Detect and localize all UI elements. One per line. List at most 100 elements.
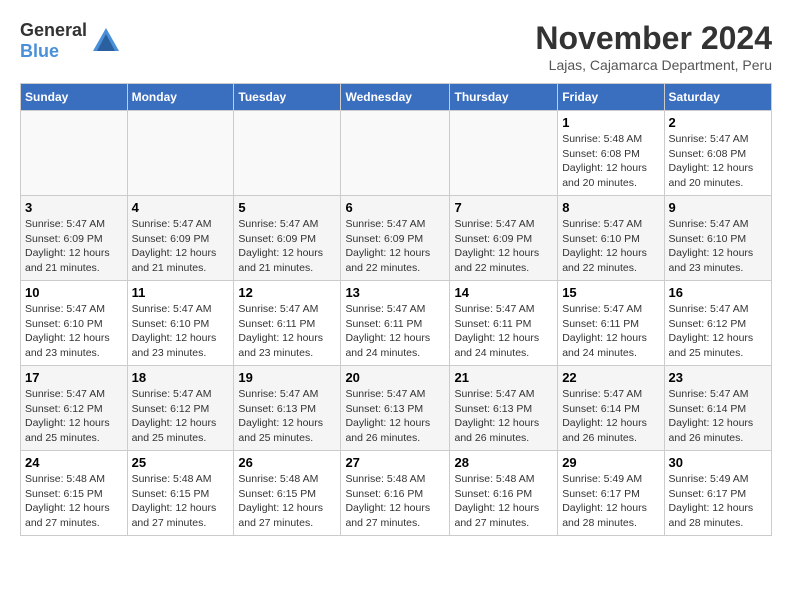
- header: General Blue November 2024 Lajas, Cajama…: [20, 20, 772, 73]
- day-cell: 18Sunrise: 5:47 AM Sunset: 6:12 PM Dayli…: [127, 366, 234, 451]
- day-cell: [450, 111, 558, 196]
- week-row-4: 17 Sunrise: 5:47 AM Sunset: 6:12 PM Dayli…: [21, 366, 772, 451]
- day-number: 26: [238, 455, 336, 470]
- day-header-monday: Monday: [127, 84, 234, 111]
- day-info: Sunrise: 5:47 AM Sunset: 6:09 PM Dayligh…: [454, 217, 553, 276]
- day-cell: 19Sunrise: 5:47 AM Sunset: 6:13 PM Dayli…: [234, 366, 341, 451]
- day-cell: 22 Sunrise: 5:47 AM Sunset: 6:14 PM Dayli…: [558, 366, 664, 451]
- day-number: 8: [562, 200, 659, 215]
- day-info: Sunrise: 5:47 AM Sunset: 6:09 PM Dayligh…: [132, 217, 230, 276]
- week-row-2: 3 Sunrise: 5:47 AM Sunset: 6:09 PM Daylig…: [21, 196, 772, 281]
- day-info: Sunrise: 5:48 AM Sunset: 6:08 PM Dayligh…: [562, 132, 659, 191]
- logo: General Blue: [20, 20, 121, 62]
- day-cell: [21, 111, 128, 196]
- day-number: 24: [25, 455, 123, 470]
- week-row-5: 24 Sunrise: 5:48 AM Sunset: 6:15 PM Dayli…: [21, 451, 772, 536]
- day-cell: 14Sunrise: 5:47 AM Sunset: 6:11 PM Dayli…: [450, 281, 558, 366]
- day-cell: [341, 111, 450, 196]
- day-info: Sunrise: 5:47 AM Sunset: 6:11 PM Dayligh…: [345, 302, 445, 361]
- day-cell: 4 Sunrise: 5:47 AM Sunset: 6:09 PM Daylig…: [127, 196, 234, 281]
- day-header-saturday: Saturday: [664, 84, 771, 111]
- day-info: Sunrise: 5:47 AM Sunset: 6:12 PM Dayligh…: [669, 302, 767, 361]
- day-cell: 27 Sunrise: 5:48 AM Sunset: 6:16 PM Dayli…: [341, 451, 450, 536]
- day-number: 30: [669, 455, 767, 470]
- day-info: Sunrise: 5:47 AM Sunset: 6:10 PM Dayligh…: [669, 217, 767, 276]
- day-info: Sunrise: 5:49 AM Sunset: 6:17 PM Dayligh…: [669, 472, 767, 531]
- day-number: 2: [669, 115, 767, 130]
- day-cell: 8 Sunrise: 5:47 AM Sunset: 6:10 PM Daylig…: [558, 196, 664, 281]
- day-cell: 30 Sunrise: 5:49 AM Sunset: 6:17 PM Dayli…: [664, 451, 771, 536]
- day-cell: 12 Sunrise: 5:47 AM Sunset: 6:11 PM Dayli…: [234, 281, 341, 366]
- day-number: 4: [132, 200, 230, 215]
- day-cell: 20 Sunrise: 5:47 AM Sunset: 6:13 PM Dayli…: [341, 366, 450, 451]
- week-row-1: 1 Sunrise: 5:48 AM Sunset: 6:08 PM Daylig…: [21, 111, 772, 196]
- day-cell: 6 Sunrise: 5:47 AM Sunset: 6:09 PM Daylig…: [341, 196, 450, 281]
- day-info: Sunrise: 5:47 AM Sunset: 6:10 PM Dayligh…: [562, 217, 659, 276]
- day-info: Sunrise: 5:47 AM Sunset: 6:12 PM Dayligh…: [132, 387, 230, 446]
- day-info: Sunrise: 5:47 AM Sunset: 6:13 PM Dayligh…: [238, 387, 336, 446]
- day-cell: 21 Sunrise: 5:47 AM Sunset: 6:13 PM Dayli…: [450, 366, 558, 451]
- day-cell: 9 Sunrise: 5:47 AM Sunset: 6:10 PM Daylig…: [664, 196, 771, 281]
- day-cell: [127, 111, 234, 196]
- day-info: Sunrise: 5:47 AM Sunset: 6:13 PM Dayligh…: [345, 387, 445, 446]
- day-cell: 28 Sunrise: 5:48 AM Sunset: 6:16 PM Dayli…: [450, 451, 558, 536]
- day-cell: 26Sunrise: 5:48 AM Sunset: 6:15 PM Dayli…: [234, 451, 341, 536]
- day-info: Sunrise: 5:49 AM Sunset: 6:17 PM Dayligh…: [562, 472, 659, 531]
- day-info: Sunrise: 5:48 AM Sunset: 6:16 PM Dayligh…: [454, 472, 553, 531]
- day-cell: 10 Sunrise: 5:47 AM Sunset: 6:10 PM Dayli…: [21, 281, 128, 366]
- day-info: Sunrise: 5:47 AM Sunset: 6:10 PM Dayligh…: [132, 302, 230, 361]
- title-area: November 2024 Lajas, Cajamarca Departmen…: [535, 20, 772, 73]
- day-info: Sunrise: 5:47 AM Sunset: 6:09 PM Dayligh…: [238, 217, 336, 276]
- day-number: 9: [669, 200, 767, 215]
- day-number: 10: [25, 285, 123, 300]
- day-number: 12: [238, 285, 336, 300]
- logo-blue: Blue: [20, 41, 59, 61]
- day-cell: 3 Sunrise: 5:47 AM Sunset: 6:09 PM Daylig…: [21, 196, 128, 281]
- day-cell: 16Sunrise: 5:47 AM Sunset: 6:12 PM Dayli…: [664, 281, 771, 366]
- day-number: 6: [345, 200, 445, 215]
- day-info: Sunrise: 5:47 AM Sunset: 6:10 PM Dayligh…: [25, 302, 123, 361]
- day-number: 3: [25, 200, 123, 215]
- day-number: 23: [669, 370, 767, 385]
- day-cell: 15 Sunrise: 5:47 AM Sunset: 6:11 PM Dayli…: [558, 281, 664, 366]
- day-cell: 2 Sunrise: 5:47 AM Sunset: 6:08 PM Daylig…: [664, 111, 771, 196]
- day-number: 20: [345, 370, 445, 385]
- month-title: November 2024: [535, 20, 772, 57]
- day-info: Sunrise: 5:48 AM Sunset: 6:15 PM Dayligh…: [25, 472, 123, 531]
- day-info: Sunrise: 5:47 AM Sunset: 6:09 PM Dayligh…: [345, 217, 445, 276]
- day-info: Sunrise: 5:47 AM Sunset: 6:13 PM Dayligh…: [454, 387, 553, 446]
- day-header-tuesday: Tuesday: [234, 84, 341, 111]
- day-cell: 5 Sunrise: 5:47 AM Sunset: 6:09 PM Daylig…: [234, 196, 341, 281]
- day-cell: 1 Sunrise: 5:48 AM Sunset: 6:08 PM Daylig…: [558, 111, 664, 196]
- day-number: 22: [562, 370, 659, 385]
- day-number: 29: [562, 455, 659, 470]
- day-header-wednesday: Wednesday: [341, 84, 450, 111]
- day-number: 28: [454, 455, 553, 470]
- day-cell: 11 Sunrise: 5:47 AM Sunset: 6:10 PM Dayli…: [127, 281, 234, 366]
- logo-general: General: [20, 20, 87, 40]
- day-number: 5: [238, 200, 336, 215]
- day-cell: 17Sunrise: 5:47 AM Sunset: 6:12 PM Dayli…: [21, 366, 128, 451]
- day-number: 15: [562, 285, 659, 300]
- day-number: 21: [454, 370, 553, 385]
- day-number: 11: [132, 285, 230, 300]
- day-cell: 24 Sunrise: 5:48 AM Sunset: 6:15 PM Dayli…: [21, 451, 128, 536]
- day-info: Sunrise: 5:47 AM Sunset: 6:11 PM Dayligh…: [238, 302, 336, 361]
- day-info: Sunrise: 5:47 AM Sunset: 6:11 PM Dayligh…: [454, 302, 553, 361]
- day-number: 1: [562, 115, 659, 130]
- day-info: Sunrise: 5:47 AM Sunset: 6:11 PM Dayligh…: [562, 302, 659, 361]
- week-row-3: 10 Sunrise: 5:47 AM Sunset: 6:10 PM Dayli…: [21, 281, 772, 366]
- day-number: 13: [345, 285, 445, 300]
- day-header-sunday: Sunday: [21, 84, 128, 111]
- logo-icon: [91, 26, 121, 56]
- day-info: Sunrise: 5:47 AM Sunset: 6:14 PM Dayligh…: [562, 387, 659, 446]
- day-info: Sunrise: 5:48 AM Sunset: 6:16 PM Dayligh…: [345, 472, 445, 531]
- day-cell: 25Sunrise: 5:48 AM Sunset: 6:15 PM Dayli…: [127, 451, 234, 536]
- day-info: Sunrise: 5:47 AM Sunset: 6:09 PM Dayligh…: [25, 217, 123, 276]
- day-number: 27: [345, 455, 445, 470]
- day-number: 17: [25, 370, 123, 385]
- day-cell: 7Sunrise: 5:47 AM Sunset: 6:09 PM Daylig…: [450, 196, 558, 281]
- day-info: Sunrise: 5:47 AM Sunset: 6:08 PM Dayligh…: [669, 132, 767, 191]
- day-cell: 23Sunrise: 5:47 AM Sunset: 6:14 PM Dayli…: [664, 366, 771, 451]
- calendar-table: SundayMondayTuesdayWednesdayThursdayFrid…: [20, 83, 772, 536]
